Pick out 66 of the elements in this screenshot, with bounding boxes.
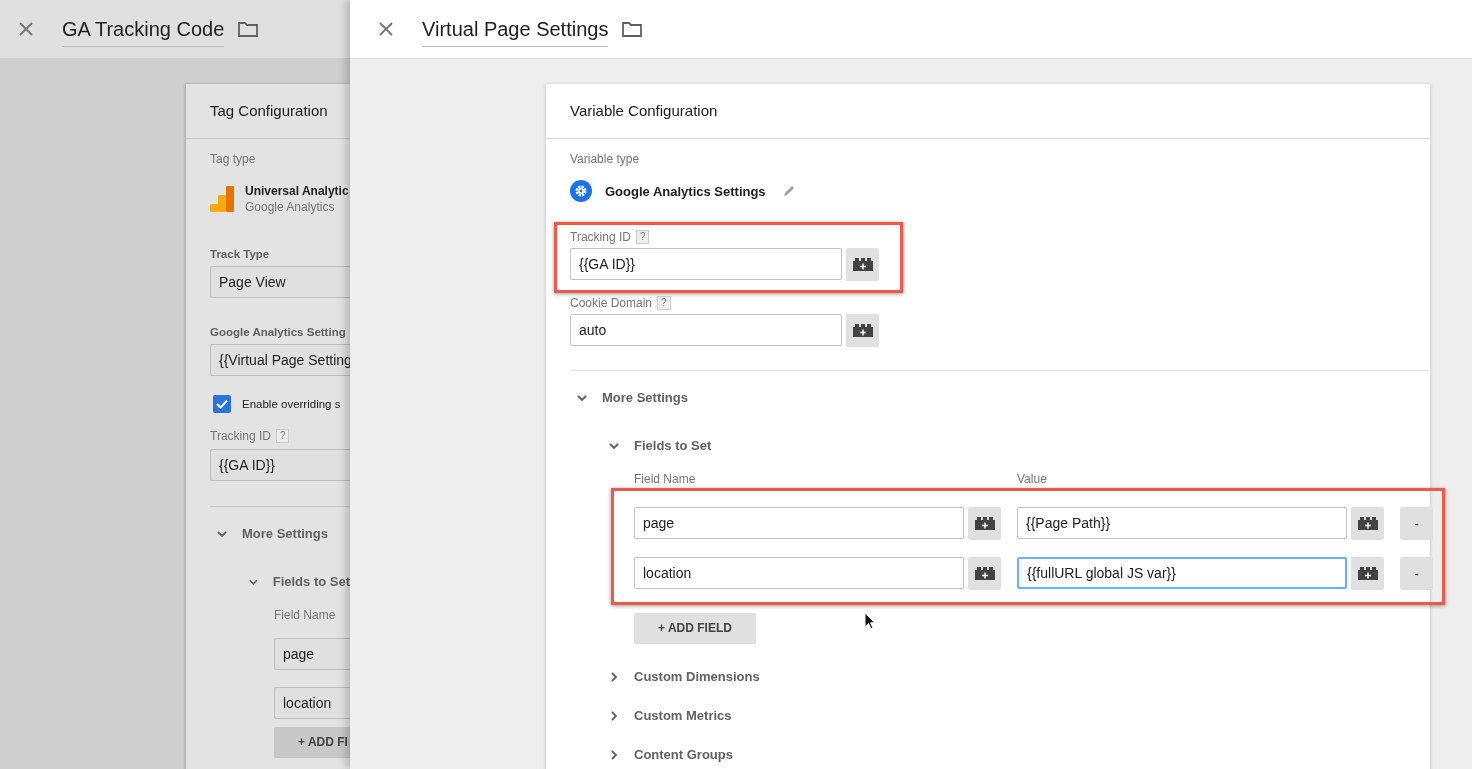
checkmark-icon — [215, 397, 229, 411]
close-icon[interactable] — [19, 22, 33, 36]
tag-type-name: Universal Analytic — [245, 184, 349, 198]
track-type-select[interactable]: Page View — [210, 266, 350, 298]
variable-button[interactable] — [846, 314, 879, 347]
variable-button[interactable] — [1351, 507, 1384, 540]
help-link[interactable]: ? — [275, 429, 290, 443]
variable-type-name: Google Analytics Settings — [605, 183, 766, 199]
panel-title[interactable]: GA Tracking Code — [62, 11, 225, 47]
panel-title[interactable]: Virtual Page Settings — [422, 11, 609, 47]
chevron-icon[interactable] — [608, 748, 620, 761]
variable-button[interactable] — [968, 507, 1001, 540]
add-field-button[interactable]: + ADD FIELD — [634, 613, 756, 643]
field-label: Track Type — [210, 248, 270, 260]
brick-icon — [974, 517, 995, 530]
card-title: Variable Configuration — [546, 84, 1430, 139]
bar-chart-logo-icon — [210, 186, 234, 212]
field-label: Variable type — [570, 152, 640, 166]
gear-icon — [570, 180, 592, 202]
add-field-button[interactable]: + ADD FI — [274, 727, 350, 757]
tracking-id-field[interactable]: {{GA ID}} — [210, 449, 350, 481]
field-label: Tracking ID — [210, 429, 271, 443]
mouse-pointer-icon — [864, 612, 876, 630]
section-toggle[interactable]: Content Groups — [634, 747, 733, 762]
value-field[interactable]: {{Page Path}} — [1017, 507, 1347, 539]
text-field[interactable]: auto — [570, 314, 842, 346]
section-toggle[interactable]: Custom Metrics — [634, 708, 732, 723]
section-toggle[interactable]: Fields to Set — [634, 438, 712, 453]
remove-row-button[interactable]: - — [1400, 557, 1433, 590]
folder-icon — [238, 21, 259, 37]
brick-icon — [1357, 517, 1378, 530]
brick-icon — [852, 324, 873, 337]
checkbox-label: Enable overriding s — [242, 398, 341, 410]
section-toggle[interactable]: Custom Dimensions — [634, 669, 760, 684]
text-field[interactable]: {{GA ID}} — [570, 248, 842, 280]
tag-type-vendor: Google Analytics — [245, 200, 336, 214]
field-name-field[interactable]: page — [634, 507, 964, 539]
help-link[interactable]: ? — [657, 296, 671, 310]
variable-button[interactable] — [846, 248, 879, 281]
field-label: Tracking ID — [570, 230, 631, 244]
field-label: Cookie Domain — [570, 296, 653, 310]
field-name-field[interactable]: location — [274, 687, 350, 719]
checkbox[interactable] — [213, 395, 231, 413]
column-header: Field Name — [634, 472, 697, 486]
value-field[interactable]: {{fullURL global JS var}} — [1017, 557, 1347, 589]
folder-icon — [622, 21, 643, 37]
brick-icon — [852, 258, 873, 271]
section-toggle[interactable]: More Settings — [242, 526, 328, 541]
field-label: Google Analytics Setting — [210, 326, 346, 338]
field-label: Tag type — [210, 152, 256, 166]
help-link[interactable]: ? — [635, 230, 650, 244]
pencil-icon[interactable] — [781, 184, 796, 198]
variable-button[interactable] — [968, 557, 1001, 590]
column-header: Value — [1017, 472, 1048, 486]
chevron-icon[interactable] — [608, 670, 620, 683]
brick-icon — [1357, 567, 1378, 580]
section-toggle[interactable]: Fields to Set — [272, 574, 350, 589]
field-name-field[interactable]: location — [634, 557, 964, 589]
brick-icon — [974, 567, 995, 580]
section-toggle[interactable]: More Settings — [602, 390, 688, 405]
field-name-field[interactable]: page — [274, 638, 350, 670]
variable-button[interactable] — [1351, 557, 1384, 590]
remove-row-button[interactable]: - — [1400, 507, 1433, 540]
column-header: Field Name — [274, 608, 336, 622]
close-icon[interactable] — [379, 22, 393, 36]
chevron-icon[interactable] — [608, 709, 620, 722]
